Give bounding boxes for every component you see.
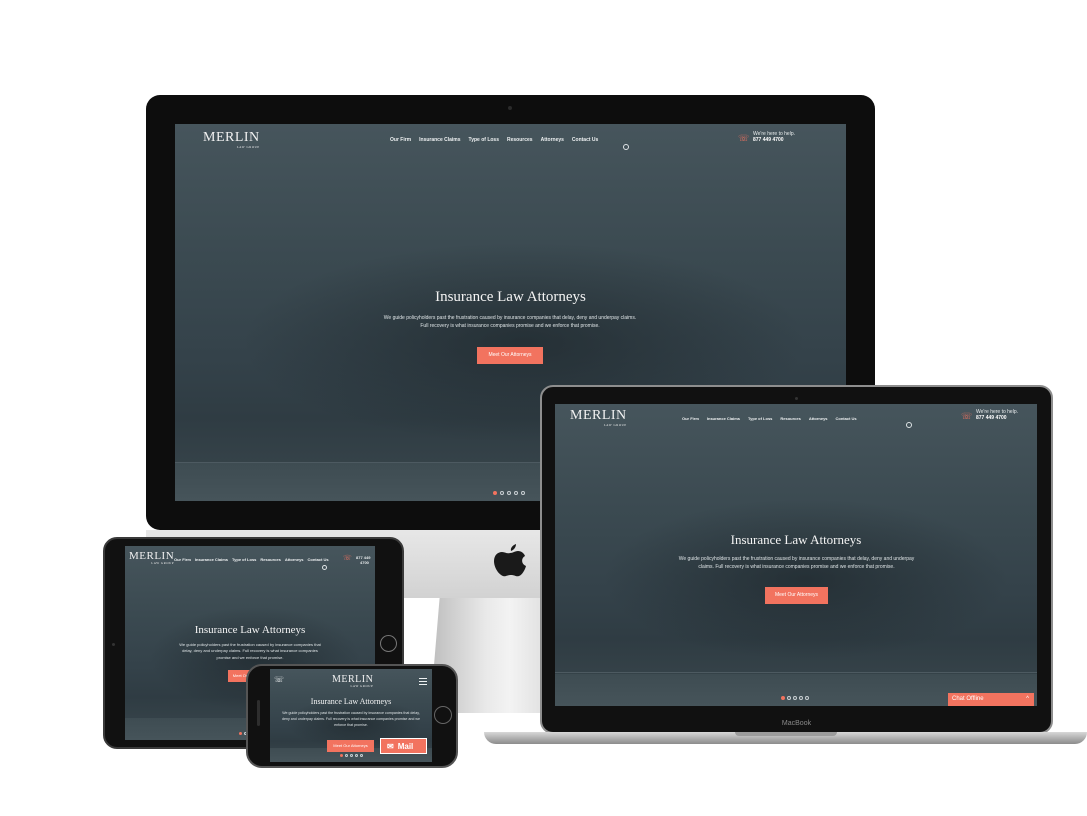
meet-attorneys-button[interactable]: Meet Our Attorneys xyxy=(765,587,828,604)
nav-item-our-firm[interactable]: Our Firm xyxy=(174,557,191,562)
slider-dot[interactable] xyxy=(500,491,504,495)
brand-logo[interactable]: MERLIN LAW GROUP xyxy=(570,408,627,427)
hamburger-menu-icon[interactable] xyxy=(419,678,427,687)
slider-dots xyxy=(781,696,809,700)
nav-item-insurance-claims[interactable]: Insurance Claims xyxy=(195,557,228,562)
imac-camera xyxy=(508,106,512,110)
slider-dot[interactable] xyxy=(507,491,511,495)
phone-icon[interactable]: ☏ xyxy=(343,554,352,562)
search-icon[interactable] xyxy=(906,422,912,428)
slider-dot[interactable] xyxy=(787,696,791,700)
nav-item-insurance-claims[interactable]: Insurance Claims xyxy=(707,416,740,421)
slider-dots xyxy=(340,754,363,757)
hero-text: We guide policyholders past the frustrat… xyxy=(678,556,915,570)
laptop-website-screen: MERLIN LAW GROUP Our Firm Insurance Claim… xyxy=(555,404,1037,706)
chat-offline-bar[interactable]: Chat Offline ^ xyxy=(948,693,1034,706)
slider-dot[interactable] xyxy=(340,754,343,757)
nav-item-attorneys[interactable]: Attorneys xyxy=(285,557,304,562)
phone-number[interactable]: 877 449 4700 xyxy=(753,137,784,143)
main-nav: Our Firm Insurance Claims Type of Loss R… xyxy=(174,557,329,562)
nav-item-contact-us[interactable]: Contact Us xyxy=(308,557,329,562)
slider-dot[interactable] xyxy=(345,754,348,757)
slider-dot[interactable] xyxy=(781,696,785,700)
search-icon[interactable] xyxy=(322,565,327,570)
meet-attorneys-button[interactable]: Meet Our Attorneys xyxy=(477,347,543,364)
chat-label: Chat Offline xyxy=(952,696,984,702)
phone-line-2[interactable]: 4700 xyxy=(356,560,370,566)
header-contact: We're here to help. 877 449 4700 xyxy=(753,131,795,144)
mail-label: Mail xyxy=(397,741,414,751)
brand-logo[interactable]: MERLIN LAW GROUP xyxy=(203,130,260,149)
macbook-label: MacBook xyxy=(781,720,812,727)
horizon-line xyxy=(555,672,1037,673)
hero-text: We guide policyholders past the frustrat… xyxy=(383,315,637,329)
slider-dot[interactable] xyxy=(521,491,525,495)
slider-dot[interactable] xyxy=(514,491,518,495)
hero-title: Insurance Law Attorneys xyxy=(730,532,862,547)
nav-item-insurance-claims[interactable]: Insurance Claims xyxy=(419,137,460,143)
phone-number[interactable]: 877 449 4700 xyxy=(976,415,1007,421)
phone-icon[interactable]: ☏ xyxy=(738,133,749,144)
phone-icon[interactable]: ☏ xyxy=(274,675,284,684)
hero-text: We guide policyholders past the frustrat… xyxy=(281,711,421,727)
ipad-camera xyxy=(112,643,115,646)
nav-item-type-of-loss[interactable]: Type of Loss xyxy=(232,557,256,562)
hero-title: Insurance Law Attorneys xyxy=(194,624,306,636)
nav-item-resources[interactable]: Resources xyxy=(507,137,533,143)
hero-title: Insurance Law Attorneys xyxy=(435,289,586,305)
slider-dot[interactable] xyxy=(793,696,797,700)
iphone-home-button xyxy=(434,706,452,724)
hero-title: Insurance Law Attorneys xyxy=(310,697,392,706)
mobile-website-screen: ☏ MERLIN LAW GROUP Insurance Law Attorney… xyxy=(270,669,432,762)
macbook-notch xyxy=(735,732,837,736)
slider-dot[interactable] xyxy=(360,754,363,757)
nav-item-contact-us[interactable]: Contact Us xyxy=(572,137,598,143)
nav-item-type-of-loss[interactable]: Type of Loss xyxy=(748,416,772,421)
header-contact: 877 449 4700 xyxy=(356,555,370,566)
nav-item-our-firm[interactable]: Our Firm xyxy=(682,416,699,421)
iphone-speaker xyxy=(257,700,260,726)
nav-item-resources[interactable]: Resources xyxy=(780,416,800,421)
phone-icon[interactable]: ☏ xyxy=(961,411,972,422)
meet-attorneys-button[interactable]: Meet Our Attorneys xyxy=(327,740,374,752)
slider-dot[interactable] xyxy=(799,696,803,700)
slider-dot[interactable] xyxy=(355,754,358,757)
slider-dots xyxy=(493,491,525,495)
nav-item-resources[interactable]: Resources xyxy=(260,557,280,562)
search-icon[interactable] xyxy=(623,144,629,150)
slider-dot[interactable] xyxy=(239,732,242,735)
nav-item-contact-us[interactable]: Contact Us xyxy=(836,416,857,421)
brand-logo[interactable]: MERLIN LAW GROUP xyxy=(332,674,373,688)
nav-item-type-of-loss[interactable]: Type of Loss xyxy=(469,137,499,143)
macbook-camera xyxy=(795,397,798,400)
mail-button[interactable]: ✉ Mail xyxy=(380,738,427,754)
apple-logo-icon xyxy=(493,542,527,582)
chevron-up-icon[interactable]: ^ xyxy=(1026,693,1029,706)
mail-envelope-icon: ✉ xyxy=(387,741,394,751)
brand-logo[interactable]: MERLIN LAW GROUP xyxy=(129,550,174,565)
nav-item-attorneys[interactable]: Attorneys xyxy=(809,416,828,421)
ipad-home-button xyxy=(380,635,397,652)
slider-dot[interactable] xyxy=(350,754,353,757)
nav-item-attorneys[interactable]: Attorneys xyxy=(541,137,564,143)
header-contact: We're here to help. 877 449 4700 xyxy=(976,409,1018,422)
hero-text: We guide policyholders past the frustrat… xyxy=(179,642,321,660)
slider-dot[interactable] xyxy=(493,491,497,495)
nav-item-our-firm[interactable]: Our Firm xyxy=(390,137,411,143)
main-nav: Our Firm Insurance Claims Type of Loss R… xyxy=(390,137,598,143)
main-nav: Our Firm Insurance Claims Type of Loss R… xyxy=(682,416,857,421)
slider-dot[interactable] xyxy=(805,696,809,700)
